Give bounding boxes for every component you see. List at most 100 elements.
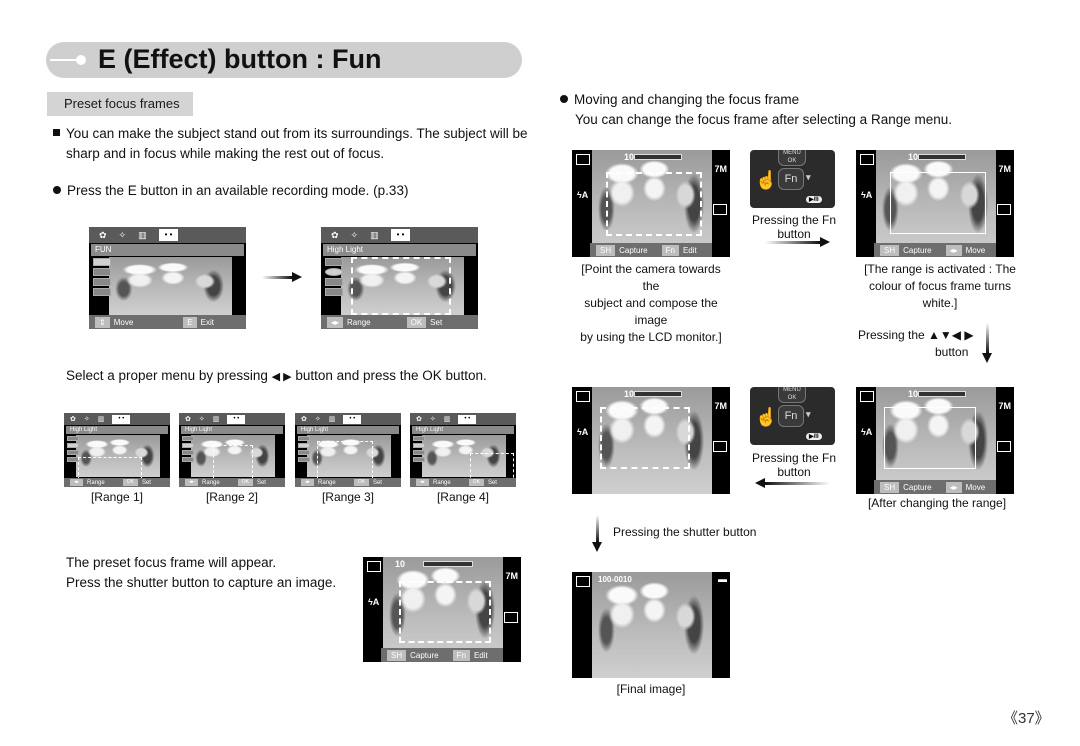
metering-icon — [997, 441, 1011, 452]
shots-remaining: 10 — [624, 152, 635, 162]
fn-caption-2: Pressing the Fn button — [751, 451, 837, 479]
camera-mode-icon — [576, 391, 590, 402]
fn-button[interactable]: Fn — [778, 405, 804, 427]
shots-remaining: 10 — [908, 152, 919, 162]
bullet-icon — [560, 95, 568, 103]
memory-bar — [634, 154, 682, 160]
menu-ok-button[interactable]: MENU OK — [778, 150, 806, 166]
camera-screen-d: ϟA 10 7M SH Capture ◂▸ Move — [856, 387, 1014, 494]
resolution: 7M — [714, 164, 727, 174]
status-bar: ◂▸ Range OK Set — [179, 478, 285, 487]
caption-d: [After changing the range] — [867, 496, 1007, 510]
range-caption: [Range 3] — [321, 490, 375, 504]
caption-final: [Final image] — [616, 682, 686, 696]
camera-mode-icon — [576, 154, 590, 165]
effect-menu-tabs: ✿ ✧ ▥ • • — [89, 227, 246, 243]
menu-label: High Light — [297, 426, 399, 434]
intro-text: You can make the subject stand out from … — [53, 124, 528, 164]
fn-button[interactable]: Fn — [778, 168, 804, 190]
status-bar: ◂▸ Range OK Set — [295, 478, 401, 487]
effect-menu-tabs: ✿ ✧ ▥ • • — [64, 413, 170, 425]
focus-frame — [351, 257, 451, 315]
menu-label: High Light — [181, 426, 283, 434]
effect-menu-tabs: ✿ ✧ ▥ • • — [179, 413, 285, 425]
menu-ok-button[interactable]: MENU OK — [778, 387, 806, 403]
camera-screen-preview: ϟA 10 7M SH Capture Fn Edit — [363, 557, 521, 662]
range-thumbnail: ✿ ✧ ▥ • • High Light ◂▸ Range OK Set [Range 2] — [179, 413, 285, 504]
camera-screen-a: ϟA 10 7M SH Capture Fn Edit — [572, 150, 730, 257]
arrows-caption: Pressing the ▲▼◀ ▶ button — [858, 328, 974, 359]
status-bar: ◂▸ Range OK Set — [64, 478, 170, 487]
camera-screen-final: 100-0010 ▬ — [572, 572, 730, 678]
fn-button-illustration: MENU OK Fn ▾ ☝ ▶/II — [750, 387, 835, 445]
right-heading: Moving and changing the focus frame You … — [560, 90, 952, 130]
macro-icon: ▾ — [806, 172, 811, 182]
status-bar: SH Capture ◂▸ Move — [874, 480, 996, 494]
menu-label: High Light — [66, 426, 168, 434]
flash-auto-icon: ϟA — [861, 190, 873, 200]
camera-screen-range: ✿ ✧ ▥ • • High Light ◂▸ Range OK Set — [295, 413, 401, 487]
flash-auto-icon: ϟA — [577, 427, 589, 437]
fn-caption: Pressing the Fn button — [751, 213, 837, 241]
metering-icon — [713, 204, 727, 215]
camera-screen-range: ✿ ✧ ▥ • • High Light ◂▸ Range OK Set — [410, 413, 516, 487]
resolution: 7M — [505, 571, 518, 581]
pointing-hand-icon: ☝ — [755, 407, 778, 427]
status-bar: SH Capture ◂▸ Move — [874, 243, 996, 257]
focus-frame — [606, 172, 702, 236]
shots-remaining: 10 — [395, 559, 406, 569]
frame-icon: ▥ — [138, 229, 147, 240]
page-number: 《37》 — [1003, 710, 1050, 727]
play-pause-button[interactable]: ▶/II — [806, 196, 822, 203]
focus-frame — [600, 407, 690, 469]
resolution: 7M — [998, 401, 1011, 411]
arrow-down-icon — [596, 515, 599, 542]
camera-screen-fun: ✿ ✧ ▥ • • FUN ⇕ Move E Exit — [89, 227, 246, 329]
left-right-arrows-icon: ◀ ▶ — [271, 371, 292, 383]
page-title: E (Effect) button : Fun — [98, 44, 382, 74]
fun-tab-icon: • • — [390, 229, 411, 241]
metering-icon — [997, 204, 1011, 215]
section-label: Preset focus frames — [47, 92, 193, 116]
camera-mode-icon — [367, 561, 381, 572]
metering-icon — [713, 441, 727, 452]
arrow-right-icon — [262, 276, 292, 279]
flash-auto-icon: ϟA — [861, 427, 873, 437]
range-thumbnail: ✿ ✧ ▥ • • High Light ◂▸ Range OK Set [Range 3] — [295, 413, 401, 504]
play-pause-button[interactable]: ▶/II — [806, 433, 822, 440]
range-caption: [Range 1] — [90, 490, 144, 504]
fun-tab-icon: • • — [158, 229, 179, 241]
menu-label: FUN — [91, 244, 244, 256]
range-thumbnail: ✿ ✧ ▥ • • High Light ◂▸ Range OK Set [Range 4] — [410, 413, 516, 504]
range-thumbnail: ✿ ✧ ▥ • • High Light ◂▸ Range OK Set [Range 1] — [64, 413, 170, 504]
resolution: 7M — [714, 401, 727, 411]
camera-mode-icon — [860, 154, 874, 165]
file-number: 100-0010 — [598, 575, 632, 584]
effect-menu-tabs: ✿ ✧ ▥ • • — [321, 227, 478, 243]
flash-auto-icon: ϟA — [368, 597, 380, 607]
submenu-icons — [325, 258, 343, 296]
battery-icon: ▬ — [718, 574, 727, 584]
status-bar: ◂▸ Range OK Set — [410, 478, 516, 487]
submenu-icons — [93, 258, 111, 296]
photo — [592, 572, 712, 678]
pointing-hand-icon: ☝ — [755, 170, 778, 190]
camera-mode-icon — [860, 391, 874, 402]
frame-icon: ▥ — [370, 229, 379, 240]
range-caption: [Range 4] — [436, 490, 490, 504]
menu-label: High Light — [323, 244, 476, 256]
step-1: Press the E button in an available recor… — [53, 181, 408, 201]
caption-a: [Point the camera towards the subject and… — [580, 262, 722, 344]
flash-auto-icon: ϟA — [577, 190, 589, 200]
caption-b: [The range is activated : The colour of f… — [864, 262, 1016, 310]
camera-screen-b: ϟA 10 7M SH Capture ◂▸ Move — [856, 150, 1014, 257]
metering-icon — [504, 612, 518, 623]
shots-remaining: 10 — [908, 389, 919, 399]
effect-menu-tabs: ✿ ✧ ▥ • • — [410, 413, 516, 425]
memory-bar — [918, 391, 966, 397]
camera-screen-range: ✿ ✧ ▥ • • High Light ◂▸ Range OK Set — [179, 413, 285, 487]
camera-screen-highlight: ✿ ✧ ▥ • • High Light ◂▸ Range OK Set — [321, 227, 478, 329]
focus-frame-active — [884, 407, 976, 469]
photo — [109, 257, 232, 315]
step-3: The preset focus frame will appear. Pres… — [66, 555, 337, 590]
